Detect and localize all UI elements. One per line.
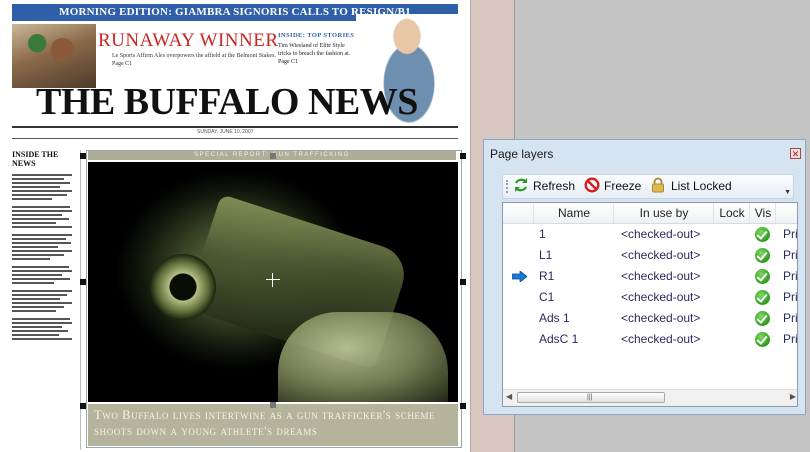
masthead-rule [12,126,458,128]
selection-handle[interactable] [270,153,276,159]
layers-list[interactable]: Name In use by Lock Vis 1 <checked-out> … [502,202,798,407]
selection-handle[interactable] [460,153,466,159]
layer-extra: Pri [783,311,798,325]
column-header-extra[interactable] [775,203,797,223]
column-text-block [12,174,74,200]
photo-hand [278,312,448,402]
layer-name: C1 [539,290,555,304]
list-locked-button[interactable]: List Locked [671,178,732,195]
layers-toolbar: Refresh Freeze List Locked ▼ [502,174,794,199]
layer-row[interactable]: Ads 1 <checked-out> Pri [503,308,798,329]
refresh-button[interactable]: Refresh [533,178,575,195]
selection-handle[interactable] [80,403,86,409]
visible-check-icon[interactable] [755,248,770,263]
column-header-name[interactable]: Name [533,203,614,223]
masthead: THE BUFFALO NEWS [36,81,418,123]
lead-headline: RUNAWAY WINNER [98,30,279,51]
story-caption: Two Buffalo lives intertwine as a gun tr… [88,404,458,446]
scrollbar-thumb[interactable]: ||| [517,392,665,403]
layer-in-use-by: <checked-out> [621,290,701,304]
layer-row[interactable]: L1 <checked-out> Pri [503,245,798,266]
layer-name: R1 [539,269,555,283]
inside-column-head: INSIDE THE NEWS [12,150,59,168]
dateline-rule [12,138,458,139]
selection-handle[interactable] [80,279,86,285]
layer-row[interactable]: R1 <checked-out> Pri [503,266,798,287]
layer-name: AdsC 1 [539,332,579,346]
selection-handle[interactable] [460,403,466,409]
visible-check-icon[interactable] [755,290,770,305]
scroll-left-icon[interactable]: ◀ [506,392,512,401]
layer-in-use-by: <checked-out> [621,332,701,346]
layer-name: 1 [539,227,546,241]
promo-title: INSIDE: TOP STORIES [278,32,355,39]
move-cursor-icon [266,273,280,287]
layer-row[interactable]: C1 <checked-out> Pri [503,287,798,308]
layer-in-use-by: <checked-out> [621,269,701,283]
current-page-arrow-icon [512,271,527,282]
selection-handle[interactable] [270,402,276,408]
photo-gun-barrel [150,254,216,320]
layer-name: Ads 1 [539,311,570,325]
column-text-block [12,234,74,260]
layer-extra: Pri [783,290,798,304]
layer-row[interactable]: AdsC 1 <checked-out> Pri [503,329,798,350]
layer-in-use-by: <checked-out> [621,227,701,241]
visible-check-icon[interactable] [755,311,770,326]
column-header-vis[interactable]: Vis [749,203,776,223]
promo-text: Tim Wiesland of Elite Style tricks to br… [278,43,351,65]
dateline-bar: SUNDAY, JUNE 10, 2007 [12,129,458,137]
column-text-block [12,266,74,284]
layer-row[interactable]: 1 <checked-out> Pri [503,224,798,245]
lead-subtext: Le Sports Affirm Ales overpowers the aff… [112,53,276,67]
selection-handle[interactable] [460,279,466,285]
page-layers-panel[interactable]: Page layers ✕ Refresh Freeze List Locked… [483,139,806,415]
toolbar-grip-icon[interactable] [506,180,510,193]
column-header-lock[interactable]: Lock [713,203,750,223]
newspaper-page[interactable]: MORNING EDITION: GIAMBRA SIGNORIS CALLS … [0,0,470,452]
inside-column[interactable]: INSIDE THE NEWS [12,150,74,450]
lock-icon[interactable] [650,177,666,193]
selection-handle[interactable] [80,153,86,159]
column-text-block [12,318,74,340]
layer-name: L1 [539,248,553,262]
list-header: Name In use by Lock Vis [503,203,797,224]
freeze-icon[interactable] [584,177,600,193]
refresh-icon[interactable] [513,177,529,193]
visible-check-icon[interactable] [755,227,770,242]
layer-extra: Pri [783,227,798,241]
layer-in-use-by: <checked-out> [621,248,701,262]
jockey-photo [12,24,96,88]
freeze-button[interactable]: Freeze [604,178,641,195]
panel-title: Page layers [490,147,554,161]
layer-extra: Pri [783,269,798,283]
layer-extra: Pri [783,248,798,262]
scrollbar-grip: ||| [587,394,593,401]
column-text-block [12,290,74,312]
dateline: SUNDAY, JUNE 10, 2007 [197,129,254,135]
toolbar-overflow-icon[interactable]: ▼ [784,189,791,196]
visible-check-icon[interactable] [755,332,770,347]
column-text-block [12,206,74,228]
visible-check-icon[interactable] [755,269,770,284]
layer-in-use-by: <checked-out> [621,311,701,325]
scroll-right-icon[interactable]: ▶ [790,392,796,401]
close-icon[interactable]: ✕ [790,148,801,159]
layer-extra: Pri [783,332,798,346]
column-header-in-use-by[interactable]: In use by [613,203,714,223]
horizontal-scrollbar[interactable]: ◀ ||| ▶ [503,389,797,406]
